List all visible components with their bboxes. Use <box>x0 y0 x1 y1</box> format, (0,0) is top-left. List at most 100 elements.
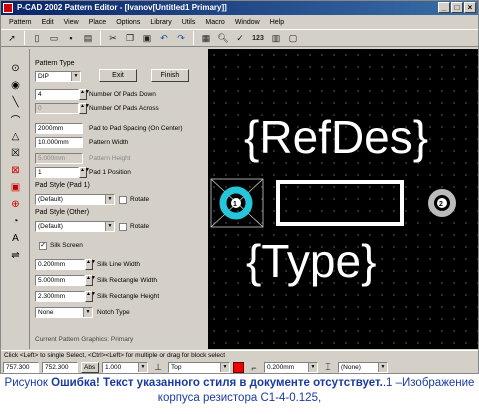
pattern-height-label: Pattern Height <box>89 155 131 162</box>
menu-macro[interactable]: Macro <box>201 19 230 26</box>
finish-button[interactable]: Finish <box>151 69 189 82</box>
silk-rect-width-input[interactable]: 5.000mm <box>35 275 85 286</box>
silkscreen-checkbox[interactable]: ✓ <box>39 242 47 250</box>
close-button[interactable]: × <box>464 2 476 13</box>
menu-view[interactable]: View <box>60 19 85 26</box>
renumber-button[interactable]: 123 <box>250 31 266 45</box>
menu-place[interactable]: Place <box>85 19 113 26</box>
copy-icon[interactable]: ❐ <box>123 31 137 45</box>
rotate1-checkbox[interactable] <box>119 196 127 204</box>
pattern-type-select[interactable]: DIP ▼ <box>35 71 81 82</box>
design-canvas[interactable]: {RefDes} 1 2 {Type} <box>208 49 478 349</box>
place-arc-icon[interactable]: ⌒ <box>8 112 24 127</box>
layer-color-swatch[interactable] <box>233 362 244 373</box>
new-file-icon[interactable]: ▯ <box>30 31 44 45</box>
menu-options[interactable]: Options <box>112 19 146 26</box>
padstyle1-select[interactable]: (Default) ▼ <box>35 194 115 205</box>
pad1-position-spinner[interactable]: ▲▼ <box>79 167 90 178</box>
layer-select[interactable]: Top ▼ <box>168 362 230 373</box>
maximize-button[interactable]: □ <box>451 2 463 13</box>
cut-icon[interactable]: ✂ <box>106 31 120 45</box>
x-coordinate: 757.300 <box>3 362 39 373</box>
chevron-down-icon: ▼ <box>71 72 80 81</box>
pads-down-input[interactable]: 4 <box>35 89 79 100</box>
place-text-icon[interactable]: A <box>8 231 24 245</box>
place-line-icon[interactable]: ╲ <box>8 95 24 109</box>
open-folder-icon[interactable]: ▭ <box>47 31 61 45</box>
print-icon[interactable]: ▤ <box>81 31 95 45</box>
menu-edit[interactable]: Edit <box>38 19 60 26</box>
pattern-height-input[interactable]: 5.000mm <box>35 153 83 164</box>
padstyle2-select[interactable]: (Default) ▼ <box>35 221 115 232</box>
place-cutout-icon[interactable]: ⊕ <box>8 197 24 211</box>
check-icon[interactable]: ✓ <box>233 31 247 45</box>
pattern-width-input[interactable]: 10.000mm <box>35 137 83 148</box>
toolbar-separator <box>100 31 101 45</box>
pad1-position-input[interactable]: 1 <box>35 167 79 178</box>
type-attribute[interactable]: {Type} <box>246 235 376 287</box>
place-attribute-icon[interactable]: ⇌ <box>8 248 24 262</box>
toolbar-separator <box>193 31 194 45</box>
redo-icon[interactable]: ↷ <box>174 31 188 45</box>
abs-toggle-button[interactable]: Abs <box>81 362 99 373</box>
undo-icon[interactable]: ↶ <box>157 31 171 45</box>
text-style-icon[interactable]: ⌶ <box>321 361 335 375</box>
silk-line-width-input[interactable]: 0.200mm <box>35 259 85 270</box>
pads-across-input[interactable]: 0 <box>35 103 79 114</box>
chevron-down-icon: ▼ <box>83 308 92 317</box>
place-keepout-icon[interactable]: ⊠ <box>8 163 24 177</box>
chevron-down-icon: ▼ <box>105 195 114 204</box>
pin-icon[interactable]: ⊥ <box>151 361 165 375</box>
line-width-icon[interactable]: ⌐ <box>247 361 261 375</box>
silk-line-width-spinner[interactable]: ▲▼ <box>85 259 96 270</box>
silk-rect-height-spinner[interactable]: ▲▼ <box>85 291 96 302</box>
app-icon <box>3 3 13 13</box>
main-toolbar: ➚ ▯ ▭ ▪ ▤ ✂ ❐ ▣ ↶ ↷ ▦ 🔍︎ ✓ 123 ▥ ▢ <box>1 29 478 47</box>
exit-button[interactable]: Exit <box>99 69 137 82</box>
text-style-select[interactable]: (None) ▼ <box>338 362 388 373</box>
pad-style-icon[interactable]: ▢ <box>286 31 300 45</box>
menu-utils[interactable]: Utils <box>178 19 202 26</box>
pad1-position-label: Pad 1 Position <box>89 169 131 176</box>
place-via-icon[interactable]: ◉ <box>8 78 24 92</box>
place-rectangle-icon[interactable]: ☒ <box>8 146 24 160</box>
figure-caption: Рисунок Ошибка! Текст указанного стиля в… <box>0 376 479 406</box>
menu-pattern[interactable]: Pattern <box>5 19 38 26</box>
rotate2-label: Rotate <box>130 223 150 230</box>
pads-across-spinner[interactable]: ▲▼ <box>79 103 90 114</box>
silk-rect-width-spinner[interactable]: ▲▼ <box>85 275 96 286</box>
silkscreen-label: Silk Screen <box>50 242 83 249</box>
grid-select[interactable]: 1.000 ▼ <box>102 362 148 373</box>
silk-rect-height-input[interactable]: 2.300mm <box>35 291 85 302</box>
layers-icon[interactable]: ▥ <box>269 31 283 45</box>
zoom-magnifier-icon[interactable]: 🔍︎ <box>216 31 230 45</box>
menu-help[interactable]: Help <box>266 19 290 26</box>
refdes-attribute[interactable]: {RefDes} <box>244 111 428 163</box>
menu-window[interactable]: Window <box>231 19 266 26</box>
pad-spacing-input[interactable]: 2000mm <box>35 123 83 134</box>
chevron-down-icon: ▼ <box>308 363 317 372</box>
save-icon[interactable]: ▪ <box>64 31 78 45</box>
pattern-type-title: Pattern Type <box>35 60 75 67</box>
pads-down-spinner[interactable]: ▲▼ <box>79 89 90 100</box>
minimize-button[interactable]: _ <box>438 2 450 13</box>
pad-spacing-label: Pad to Pad Spacing (On Center) <box>89 125 183 132</box>
place-point-icon[interactable]: ◔ <box>8 214 24 228</box>
rotate2-checkbox[interactable] <box>119 223 127 231</box>
place-pad-icon[interactable]: ⊙ <box>8 61 24 75</box>
place-polygon-icon[interactable]: △ <box>8 129 24 143</box>
paste-icon[interactable]: ▣ <box>140 31 154 45</box>
pads-across-label: Number Of Pads Across <box>89 105 159 112</box>
pattern-width-label: Pattern Width <box>89 139 129 146</box>
silk-rect-width-label: Silk Rectangle Width <box>97 277 157 284</box>
y-coordinate: 752.300 <box>42 362 78 373</box>
menu-library[interactable]: Library <box>146 19 177 26</box>
line-width-select[interactable]: 0.200mm ▼ <box>264 362 318 373</box>
silkscreen-rectangle[interactable] <box>276 180 404 226</box>
select-arrow-icon[interactable]: ➚ <box>5 31 19 45</box>
place-copper-icon[interactable]: ▣ <box>8 180 24 194</box>
zoom-window-icon[interactable]: ▦ <box>199 31 213 45</box>
caption-prefix: Рисунок <box>4 377 52 389</box>
notch-type-select[interactable]: None ▼ <box>35 307 93 318</box>
toolbar-separator <box>24 31 25 45</box>
